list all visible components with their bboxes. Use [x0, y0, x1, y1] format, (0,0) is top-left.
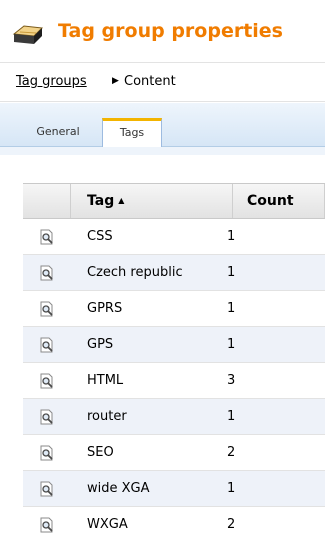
cell-count: 2: [227, 445, 236, 460]
table-row: GPS 1: [23, 327, 325, 363]
tab-general[interactable]: General: [23, 118, 93, 147]
view-icon[interactable]: [39, 337, 55, 353]
grid-header: Tag ▲ Count: [23, 183, 325, 219]
cell-tag: SEO: [87, 445, 114, 460]
table-row: Czech republic 1: [23, 255, 325, 291]
cell-tag: Czech republic: [87, 265, 183, 280]
table-row: GPRS 1: [23, 291, 325, 327]
table-row: router 1: [23, 399, 325, 435]
cell-tag: CSS: [87, 229, 113, 244]
tab-content-strip: [0, 147, 325, 155]
tags-grid: Tag ▲ Count CSS 1 Czech republic 1 GPRS 1: [23, 183, 325, 541]
breadcrumb-current: Content: [124, 74, 176, 89]
page-header: Tag group properties: [0, 0, 325, 62]
view-icon[interactable]: [39, 229, 55, 245]
cell-count: 2: [227, 517, 236, 532]
sort-ascending-icon: ▲: [118, 196, 125, 205]
view-icon[interactable]: [39, 481, 55, 497]
cell-count: 3: [227, 373, 236, 388]
cell-count: 1: [227, 409, 236, 424]
tab-tags[interactable]: Tags: [102, 118, 162, 147]
table-row: wide XGA 1: [23, 471, 325, 507]
breadcrumb-separator-icon: ▶: [112, 76, 119, 86]
table-row: WXGA 2: [23, 507, 325, 541]
cell-tag: HTML: [87, 373, 124, 388]
cell-count: 1: [227, 265, 236, 280]
tab-bar: General Tags: [0, 103, 325, 147]
view-icon[interactable]: [39, 409, 55, 425]
view-icon[interactable]: [39, 301, 55, 317]
column-header-count: Count: [233, 184, 325, 218]
view-icon[interactable]: [39, 517, 55, 533]
cell-tag: router: [87, 409, 127, 424]
grid-body: CSS 1 Czech republic 1 GPRS 1 GPS 1 HTML…: [23, 219, 325, 541]
cell-count: 1: [227, 337, 236, 352]
cell-tag: WXGA: [87, 517, 128, 532]
breadcrumb: Tag groups ▶ Content: [0, 62, 325, 102]
cell-tag: GPRS: [87, 301, 123, 316]
cell-count: 1: [227, 481, 236, 496]
column-header-tag-label: Tag: [87, 193, 115, 209]
breadcrumb-tag-groups-link[interactable]: Tag groups: [16, 74, 87, 89]
view-icon[interactable]: [39, 445, 55, 461]
tag-group-icon: [12, 25, 44, 44]
cell-count: 1: [227, 301, 236, 316]
column-header-tag[interactable]: Tag ▲: [71, 184, 233, 218]
table-row: SEO 2: [23, 435, 325, 471]
table-row: HTML 3: [23, 363, 325, 399]
view-icon[interactable]: [39, 373, 55, 389]
grid-header-actions: [23, 184, 71, 218]
cell-tag: wide XGA: [87, 481, 150, 496]
cell-count: 1: [227, 229, 236, 244]
page-title: Tag group properties: [58, 20, 283, 42]
view-icon[interactable]: [39, 265, 55, 281]
cell-tag: GPS: [87, 337, 114, 352]
table-row: CSS 1: [23, 219, 325, 255]
